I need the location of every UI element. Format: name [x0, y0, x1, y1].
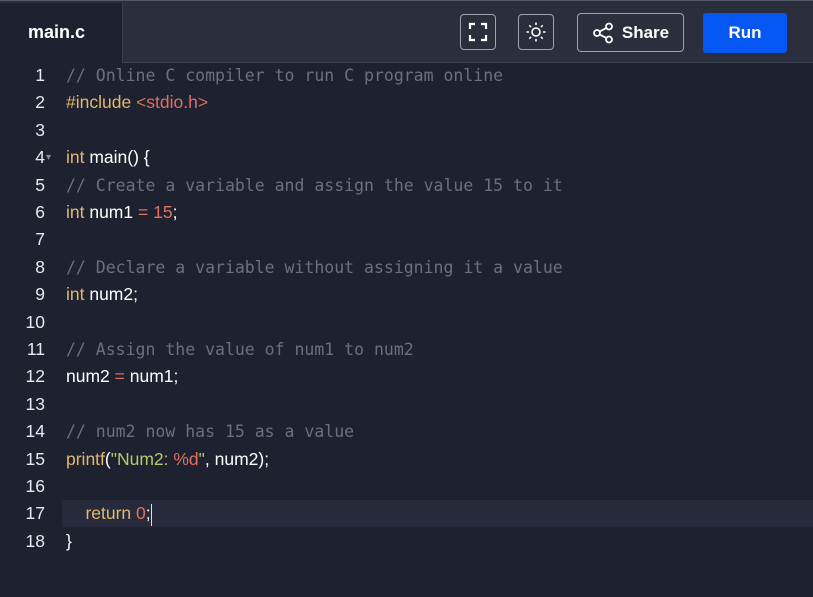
code-token: main() { [84, 147, 150, 168]
tab-label: main.c [28, 22, 86, 42]
sun-icon [526, 22, 546, 42]
code-line[interactable]: 13 [0, 391, 813, 418]
code-token: printf [66, 448, 105, 469]
code-text: printf("Num2: %d", num2); [66, 446, 269, 473]
code-text: // Online C compiler to run C program on… [66, 62, 503, 89]
code-token: num1; [124, 366, 179, 387]
code-text: return 0; [66, 500, 152, 527]
editor-toolbar: main.c Share Run [0, 0, 813, 63]
line-number: 2 [35, 92, 45, 113]
code-token: // Declare a variable without assigning … [66, 257, 563, 277]
code-line[interactable]: 17 return 0; [0, 500, 813, 528]
code-text: int num2; [66, 281, 138, 308]
code-editor[interactable]: 1 // Online C compiler to run C program o… [0, 62, 813, 597]
line-number: 12 [25, 366, 45, 387]
code-line[interactable]: 10 [0, 309, 813, 336]
code-token: #include [66, 92, 137, 113]
code-line[interactable]: 2 #include <stdio.h> [0, 89, 813, 116]
code-token: // num2 now has 15 as a value [66, 422, 355, 442]
code-token: %d [173, 448, 199, 469]
code-line[interactable]: 18} [0, 528, 813, 555]
code-token: num2; [84, 284, 138, 305]
code-token: // Create a variable and assign the valu… [66, 175, 563, 195]
code-line[interactable]: 6 int num1 = 15; [0, 199, 813, 226]
fullscreen-button[interactable] [460, 14, 496, 50]
fold-arrow-icon[interactable]: ▾ [46, 144, 51, 171]
run-label: Run [728, 23, 762, 42]
code-line[interactable]: 4 ▾ int main() { [0, 144, 813, 171]
code-line[interactable]: 12 num2 = num1; [0, 363, 813, 390]
code-token: "Num2: [110, 448, 174, 469]
code-text: // num2 now has 15 as a value [66, 418, 354, 445]
code-line[interactable]: 14 // num2 now has 15 as a value [0, 418, 813, 445]
share-icon [592, 22, 613, 43]
line-number: 5 [35, 174, 45, 195]
theme-toggle-button[interactable] [518, 14, 554, 50]
code-line[interactable]: 8 // Declare a variable without assigning… [0, 254, 813, 281]
fullscreen-icon [468, 22, 488, 42]
line-number: 16 [25, 476, 45, 496]
code-token: int [66, 284, 85, 305]
line-number: 6 [35, 202, 45, 222]
run-button[interactable]: Run [703, 13, 787, 53]
line-number: 8 [35, 256, 45, 277]
code-line[interactable]: 1 // Online C compiler to run C program o… [0, 62, 813, 89]
line-number: 13 [25, 393, 45, 414]
code-text: int num1 = 15; [66, 199, 177, 226]
code-line[interactable]: 5 // Create a variable and assign the val… [0, 172, 813, 199]
line-number: 18 [25, 530, 45, 551]
code-text: } [66, 528, 72, 555]
code-text: #include <stdio.h> [66, 89, 208, 116]
code-token: int [66, 147, 85, 168]
code-token: num2 [66, 366, 115, 387]
code-token: // Assign the value of num1 to num2 [66, 340, 414, 359]
code-text: num2 = num1; [66, 363, 178, 390]
code-token: <stdio.h> [136, 92, 209, 113]
line-number: 14 [25, 421, 45, 442]
code-token: , num2); [204, 448, 270, 469]
code-token: return [85, 503, 132, 524]
code-line[interactable]: 9 int num2; [0, 281, 813, 308]
code-line[interactable]: 3 [0, 117, 813, 144]
code-line[interactable]: 16 [0, 473, 813, 500]
code-text: // Create a variable and assign the valu… [66, 172, 563, 199]
line-number: 9 [35, 284, 45, 305]
code-token: int [66, 202, 85, 222]
code-text: int main() { [66, 144, 150, 171]
code-token: num1 [84, 202, 138, 222]
code-token: // Online C compiler to run C program on… [66, 66, 504, 85]
share-button[interactable]: Share [577, 13, 684, 52]
code-line[interactable]: 11 // Assign the value of num1 to num2 [0, 336, 813, 363]
code-token: = [137, 202, 149, 222]
line-number: 3 [35, 119, 45, 140]
line-number: 1 [35, 65, 45, 85]
line-number: 4 [35, 147, 45, 168]
line-number: 15 [25, 448, 45, 469]
active-line-highlight [62, 500, 813, 528]
code-token: = [114, 366, 125, 387]
code-token: 0 [136, 503, 146, 524]
code-line[interactable]: 7 [0, 226, 813, 253]
tab-main-c[interactable]: main.c [0, 3, 123, 63]
code-token: ; [172, 202, 178, 222]
line-number: 7 [35, 229, 45, 250]
code-text: // Declare a variable without assigning … [66, 254, 563, 281]
code-token: 15 [153, 202, 173, 222]
share-label: Share [621, 22, 670, 42]
line-number: 17 [25, 503, 45, 524]
code-token: } [66, 530, 72, 551]
code-line[interactable]: 15 printf("Num2: %d", num2); [0, 446, 813, 473]
line-number: 10 [25, 311, 45, 332]
line-number: 11 [26, 339, 45, 359]
text-cursor [150, 503, 152, 526]
code-text: // Assign the value of num1 to num2 [66, 336, 414, 363]
